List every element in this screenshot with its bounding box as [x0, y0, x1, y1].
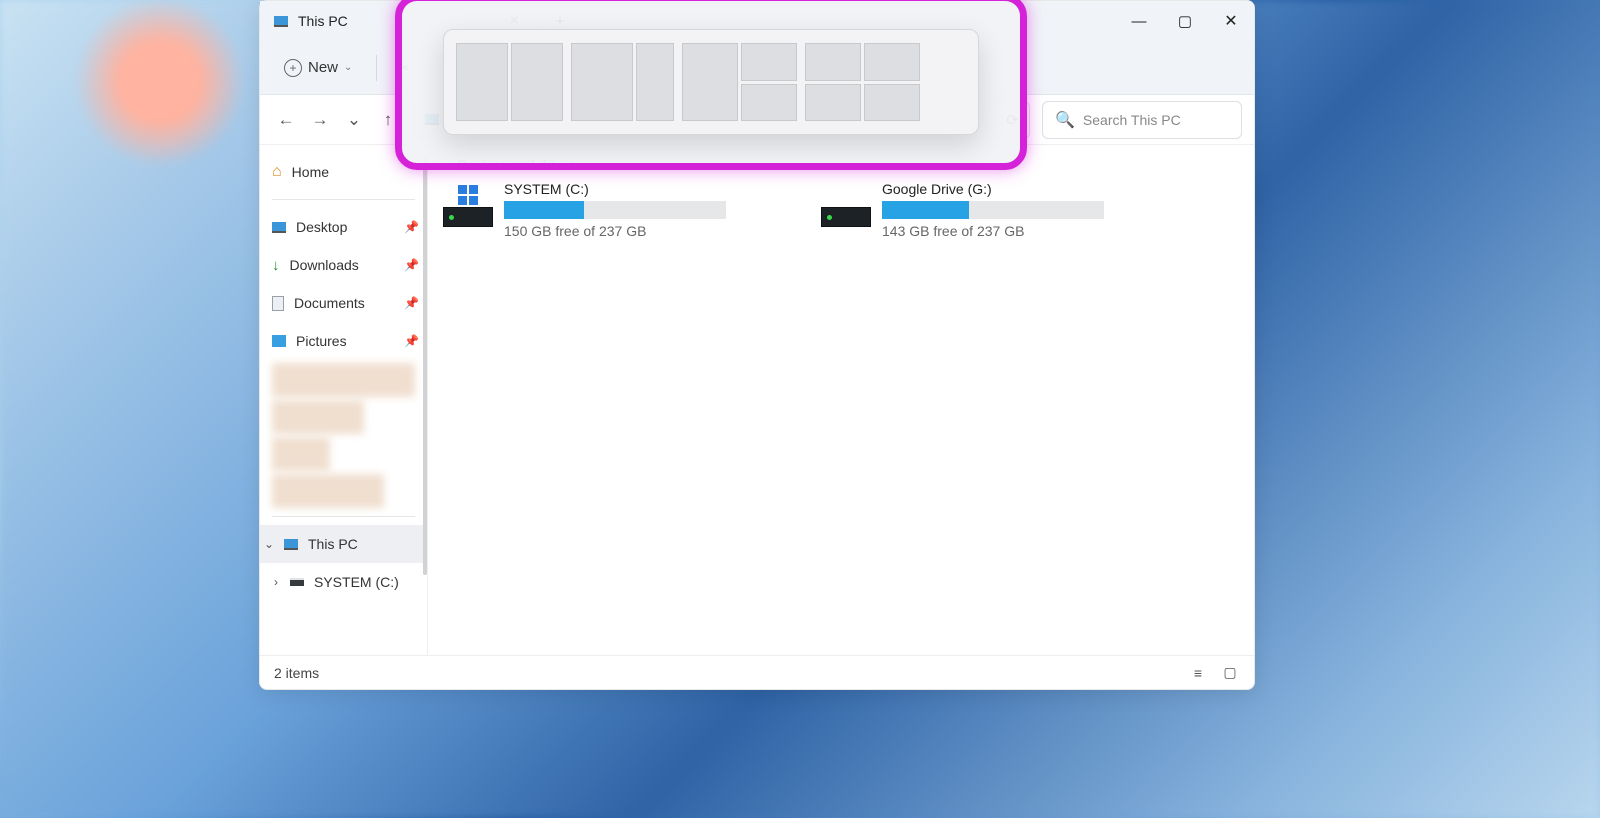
search-icon: 🔍	[1055, 110, 1075, 130]
this-pc-icon	[284, 539, 298, 550]
document-icon	[272, 296, 284, 311]
sidebar-separator	[272, 516, 415, 517]
details-view-button[interactable]: ≡	[1188, 664, 1208, 682]
sidebar-scrollbar[interactable]	[423, 155, 427, 575]
close-window-button[interactable]: ✕	[1208, 1, 1254, 41]
sidebar-label-pictures: Pictures	[296, 333, 347, 349]
drive-usage-bar	[882, 201, 1104, 219]
snap-layout-quad[interactable]	[805, 43, 920, 121]
recent-locations-button[interactable]: ⌄	[340, 106, 368, 134]
drive-item-google[interactable]: Google Drive (G:) 143 GB free of 237 GB	[820, 181, 1150, 239]
status-bar: 2 items ≡ ▢	[260, 655, 1254, 689]
sidebar-label-downloads: Downloads	[290, 257, 359, 273]
forward-button[interactable]: →	[306, 106, 334, 134]
sidebar-label-documents: Documents	[294, 295, 365, 311]
chevron-down-icon: ⌄	[344, 62, 352, 73]
sidebar-item-downloads[interactable]: ↓ Downloads 📌	[260, 246, 427, 284]
sidebar-label-system: SYSTEM (C:)	[314, 574, 399, 590]
maximize-button[interactable]: ▢	[1162, 1, 1208, 41]
search-input[interactable]	[1083, 112, 1229, 128]
windows-logo-icon	[458, 185, 478, 205]
snap-layout-left-stackright[interactable]	[682, 43, 797, 121]
chevron-down-icon[interactable]: ⌄	[264, 537, 274, 551]
snap-layout-half-half[interactable]	[456, 43, 563, 121]
minimize-button[interactable]: —	[1116, 1, 1162, 41]
pin-icon: 📌	[404, 296, 419, 310]
chevron-right-icon[interactable]: ›	[274, 575, 278, 589]
content-pane: ⌄ Devices and drives SYSTEM (C:) 150 GB …	[428, 145, 1254, 655]
drive-usage-bar	[504, 201, 726, 219]
drive-name: Google Drive (G:)	[882, 181, 1150, 197]
new-button-label: New	[308, 59, 338, 76]
icons-view-button[interactable]: ▢	[1220, 664, 1240, 682]
drive-usage-fill	[504, 201, 584, 219]
sidebar-separator	[272, 199, 415, 200]
drive-icon	[290, 578, 304, 586]
home-icon: ⌂	[272, 163, 282, 181]
back-button[interactable]: ←	[272, 106, 300, 134]
sidebar-label-desktop: Desktop	[296, 219, 347, 235]
snap-layouts-flyout	[443, 29, 979, 135]
drive-icon-google	[820, 181, 872, 239]
download-icon: ↓	[272, 257, 280, 274]
sidebar-item-desktop[interactable]: Desktop 📌	[260, 208, 427, 246]
desktop-icon	[272, 222, 286, 233]
new-button[interactable]: + New ⌄	[276, 53, 360, 83]
status-items-count: 2 items	[274, 665, 319, 681]
sidebar-item-system-drive[interactable]: › SYSTEM (C:)	[260, 563, 427, 601]
snap-layout-two-thirds[interactable]	[571, 43, 674, 121]
drive-usage-fill	[882, 201, 969, 219]
drives-container: SYSTEM (C:) 150 GB free of 237 GB Google…	[442, 181, 1240, 239]
sidebar-item-redacted[interactable]	[272, 400, 364, 434]
navigation-sidebar: ⌂ Home Desktop 📌 ↓ Downloads 📌 Documents…	[260, 145, 428, 655]
sidebar-item-redacted[interactable]	[272, 363, 415, 397]
sidebar-item-documents[interactable]: Documents 📌	[260, 284, 427, 322]
drive-free-text: 150 GB free of 237 GB	[504, 223, 772, 239]
snap-layouts-highlight	[395, 0, 1027, 170]
hdd-icon	[821, 207, 871, 227]
sidebar-item-pictures[interactable]: Pictures 📌	[260, 322, 427, 360]
tab-title: This PC	[298, 13, 348, 29]
sidebar-item-redacted[interactable]	[272, 474, 384, 508]
pin-icon: 📌	[404, 334, 419, 348]
drive-name: SYSTEM (C:)	[504, 181, 772, 197]
sidebar-item-redacted[interactable]	[272, 437, 330, 471]
toolbar-separator	[376, 55, 377, 81]
pictures-icon	[272, 335, 286, 347]
drive-item-system[interactable]: SYSTEM (C:) 150 GB free of 237 GB	[442, 181, 772, 239]
plus-circle-icon: +	[284, 59, 302, 77]
sidebar-label-home: Home	[292, 164, 329, 180]
this-pc-icon	[274, 16, 288, 27]
sidebar-label-this-pc: This PC	[308, 536, 358, 552]
pin-icon: 📌	[404, 258, 419, 272]
search-box[interactable]: 🔍	[1042, 101, 1242, 139]
pin-icon: 📌	[404, 220, 419, 234]
drive-icon-system	[442, 181, 494, 239]
hdd-icon	[443, 207, 493, 227]
drive-free-text: 143 GB free of 237 GB	[882, 223, 1150, 239]
sidebar-item-this-pc[interactable]: ⌄ This PC	[260, 525, 427, 563]
